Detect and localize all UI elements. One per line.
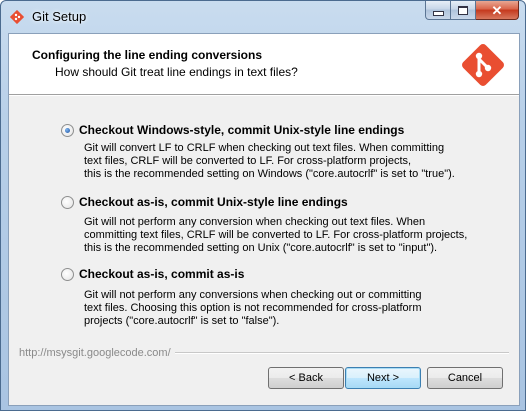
window-title: Git Setup	[32, 9, 87, 24]
option-description: Git will not perform any conversion when…	[84, 216, 468, 254]
footer-url: http://msysgit.googlecode.com/	[19, 347, 509, 359]
back-button[interactable]: < Back	[268, 367, 344, 389]
next-button[interactable]: Next >	[345, 367, 421, 389]
option-label[interactable]: Checkout Windows-style, commit Unix-styl…	[79, 123, 404, 137]
dialog-content: Configuring the line ending conversions …	[8, 33, 520, 406]
maximize-button[interactable]	[451, 1, 476, 20]
minimize-button[interactable]	[425, 1, 451, 20]
option-label[interactable]: Checkout as-is, commit as-is	[79, 267, 244, 281]
git-logo-icon	[462, 44, 504, 86]
close-button[interactable]: ✕	[476, 1, 519, 20]
header-divider	[9, 95, 519, 96]
maximize-icon	[458, 5, 468, 15]
option-description: Git will not perform any conversions whe…	[84, 289, 422, 327]
minimize-icon	[432, 10, 444, 16]
page-subtitle: How should Git treat line endings in tex…	[55, 65, 298, 79]
footer-divider	[174, 352, 509, 354]
radio-as-is-unix[interactable]	[61, 195, 74, 209]
option-as-is-as-is[interactable]: Checkout as-is, commit as-is	[61, 267, 244, 281]
page-title: Configuring the line ending conversions	[32, 48, 263, 62]
option-label[interactable]: Checkout as-is, commit Unix-style line e…	[79, 195, 348, 209]
close-icon: ✕	[491, 2, 503, 18]
cancel-button[interactable]: Cancel	[427, 367, 503, 389]
footer-url-text: http://msysgit.googlecode.com/	[19, 347, 171, 359]
window-controls: ✕	[425, 1, 519, 21]
title-bar[interactable]: Git Setup ✕	[1, 1, 525, 33]
option-as-is-unix[interactable]: Checkout as-is, commit Unix-style line e…	[61, 195, 348, 209]
option-windows-style[interactable]: Checkout Windows-style, commit Unix-styl…	[61, 123, 404, 137]
option-description: Git will convert LF to CRLF when checkin…	[84, 142, 455, 180]
setup-window: Git Setup ✕ Configuring the line ending …	[0, 0, 526, 411]
page-header: Configuring the line ending conversions …	[9, 34, 519, 95]
radio-as-is-as-is[interactable]	[61, 267, 74, 281]
radio-windows-style[interactable]	[61, 123, 74, 137]
git-app-icon	[10, 10, 24, 24]
radio-selected-dot	[65, 127, 70, 133]
